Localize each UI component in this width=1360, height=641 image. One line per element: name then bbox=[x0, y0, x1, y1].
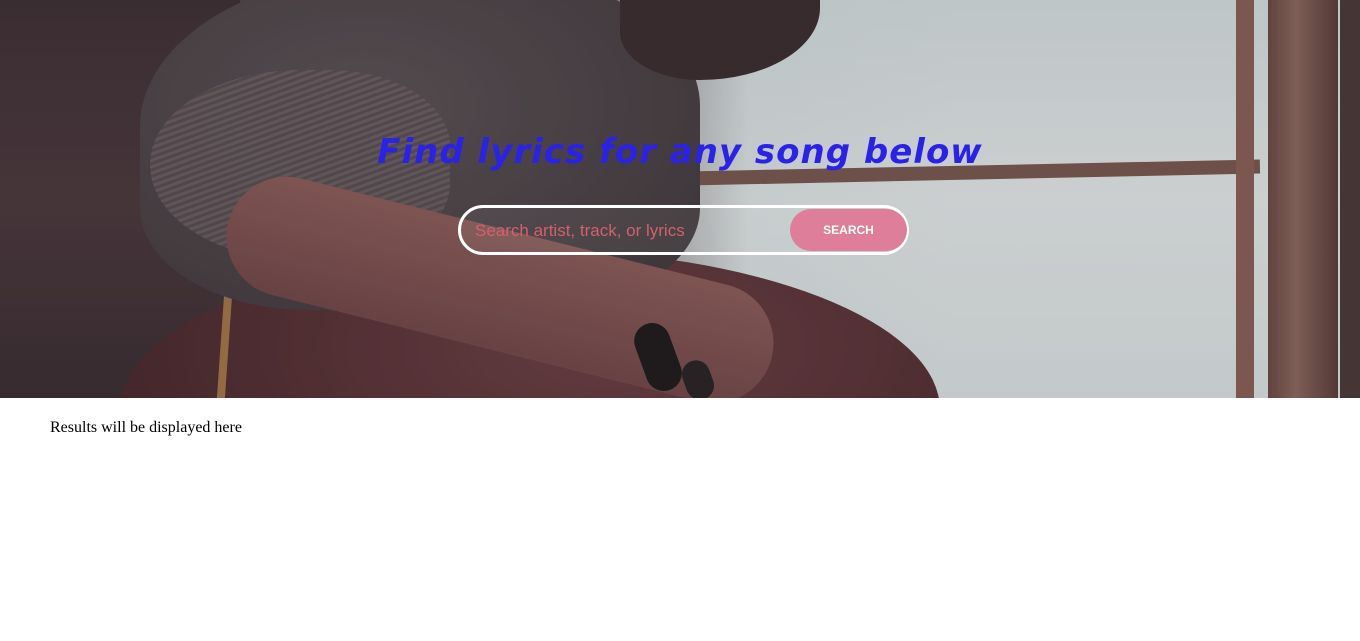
results-placeholder: Results will be displayed here bbox=[50, 419, 242, 436]
search-form: SEARCH bbox=[458, 205, 909, 255]
search-button[interactable]: SEARCH bbox=[790, 209, 907, 251]
hero-banner bbox=[0, 0, 1360, 398]
search-input[interactable] bbox=[475, 217, 785, 245]
page-title: Find lyrics for any song below bbox=[377, 132, 983, 172]
hero-overlay bbox=[0, 0, 1360, 398]
